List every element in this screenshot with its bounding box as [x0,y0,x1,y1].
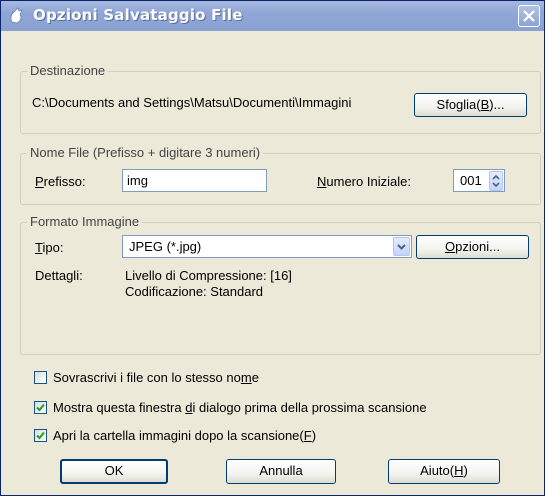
format-group-label: Formato Immagine [27,214,143,230]
cancel-button[interactable]: Annulla [226,459,336,484]
type-dropdown-button[interactable] [393,237,410,256]
show-dialog-checkbox-label: Mostra questa finestra di dialogo prima … [53,400,427,415]
ok-button-label: OK [104,463,124,478]
spinner-buttons[interactable] [489,171,503,191]
cancel-button-label: Annulla [259,463,303,478]
open-folder-checkbox[interactable] [34,429,47,442]
start-number-spinner[interactable]: 001 [453,169,505,192]
filename-group: Nome File (Prefisso + digitare 3 numeri)… [20,145,541,205]
destination-path: C:\Documents and Settings\Matsu\Document… [32,95,352,110]
filename-group-label: Nome File (Prefisso + digitare 3 numeri) [27,145,264,161]
open-folder-checkbox-label: Apri la cartella immagini dopo la scansi… [53,428,317,443]
browse-button[interactable]: Sfoglia(B)... [414,93,527,117]
options-button-label: Opzioni... [445,239,500,254]
dialog-window: Opzioni Salvataggio File Destinazione C:… [0,0,545,496]
help-button[interactable]: Aiuto(H) [388,459,500,484]
details-compression: Livello di Compressione: [16] [125,268,292,283]
title-bar[interactable]: Opzioni Salvataggio File [1,1,544,31]
overwrite-checkbox-label: Sovrascrivi i file con lo stesso nome [53,370,259,385]
format-group: Formato Immagine Tipo: JPEG (*.jpg) Opzi… [20,214,541,355]
start-number-label: Numero Iniziale: [317,174,411,189]
ok-button[interactable]: OK [60,459,168,484]
type-label: Tipo: [35,240,64,255]
prefix-input[interactable]: img [122,169,267,192]
overwrite-checkbox[interactable] [34,371,47,384]
chevron-down-icon [394,240,409,259]
type-select[interactable]: JPEG (*.jpg) [122,235,412,258]
prefix-label: Prefisso: [35,174,86,189]
type-select-value: JPEG (*.jpg) [129,239,202,254]
options-button[interactable]: Opzioni... [416,235,529,259]
show-dialog-checkbox[interactable] [34,401,47,414]
spinner-arrows-icon [490,174,502,194]
close-button[interactable] [518,5,540,27]
browse-button-label: Sfoglia(B)... [436,97,505,112]
details-label: Dettagli: [35,268,83,283]
scanner-icon [9,7,25,25]
window-title: Opzioni Salvataggio File [33,6,243,24]
destination-group: Destinazione C:\Documents and Settings\M… [20,63,541,134]
destination-group-label: Destinazione [27,63,109,79]
start-number-value: 001 [460,173,482,188]
details-encoding: Codificazione: Standard [125,284,264,299]
help-button-label: Aiuto(H) [420,463,468,478]
